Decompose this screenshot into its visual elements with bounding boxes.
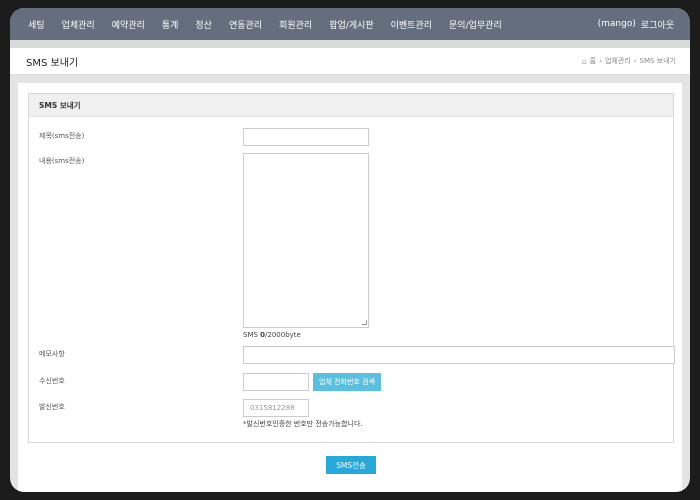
counter-suffix: /2000byte (265, 331, 301, 339)
breadcrumb-company[interactable]: 업체관리 (605, 56, 631, 66)
nav-item-settlement[interactable]: 정산 (195, 18, 212, 31)
logout-link[interactable]: 로그아웃 (641, 18, 674, 31)
page-header: SMS 보내기 ⌂ 홈 › 업체관리 › SMS 보내기 (10, 48, 690, 75)
content-textarea[interactable] (243, 153, 369, 328)
sender-label: 발신번호 (39, 403, 65, 411)
top-navigation: 세팅 업체관리 예약관리 통계 정산 연동관리 회원관리 팝업/게시판 이벤트관… (10, 8, 690, 40)
subject-label: 제목(sms전송) (39, 132, 85, 140)
nav-item-settings[interactable]: 세팅 (28, 18, 45, 31)
sender-input[interactable]: 0315812288 (243, 399, 309, 417)
memo-input[interactable] (243, 346, 675, 364)
sms-form-panel: SMS 보내기 제목(sms전송) 내용(sms전송) SMS 0/2000by… (28, 93, 675, 443)
chevron-right-icon: › (599, 57, 602, 65)
panel-title: SMS 보내기 (29, 94, 673, 117)
counter-prefix: SMS (243, 331, 261, 339)
receiver-input[interactable] (243, 373, 309, 391)
breadcrumb-current: SMS 보내기 (639, 57, 676, 65)
nav-item-integration[interactable]: 연동관리 (229, 18, 262, 31)
nav-item-members[interactable]: 회원관리 (279, 18, 312, 31)
send-sms-button[interactable]: SMS전송 (326, 456, 376, 474)
sender-note: *발신번호인증한 번호만 전송가능합니다. (243, 420, 363, 428)
nav-item-inquiries[interactable]: 문의/업무관리 (449, 18, 502, 31)
nav-item-popup-board[interactable]: 팝업/게시판 (329, 18, 373, 31)
nav-item-reservations[interactable]: 예약관리 (112, 18, 145, 31)
subject-input[interactable] (243, 128, 369, 146)
user-area: (mango) 로그아웃 (593, 18, 690, 31)
chevron-right-icon: › (633, 57, 637, 65)
breadcrumb: ⌂ 홈 › 업체관리 › SMS 보내기 (579, 56, 676, 66)
username: (mango) (597, 19, 636, 29)
home-icon[interactable]: ⌂ (582, 57, 587, 66)
byte-counter: SMS 0/2000byte (243, 331, 301, 339)
content-label: 내용(sms전송) (39, 157, 85, 165)
memo-label: 메모사항 (39, 350, 65, 358)
main-menu: 세팅 업체관리 예약관리 통계 정산 연동관리 회원관리 팝업/게시판 이벤트관… (28, 18, 519, 31)
search-company-phone-button[interactable]: 업체 전화번호 검색 (313, 373, 381, 391)
nav-item-events[interactable]: 이벤트관리 (391, 18, 432, 31)
page-title: SMS 보내기 (26, 57, 79, 69)
breadcrumb-home[interactable]: 홈 (590, 56, 596, 66)
resize-handle-icon[interactable] (362, 320, 367, 325)
nav-item-statistics[interactable]: 통계 (162, 18, 179, 31)
app-window: 세팅 업체관리 예약관리 통계 정산 연동관리 회원관리 팝업/게시판 이벤트관… (10, 8, 690, 492)
main-content: SMS 보내기 제목(sms전송) 내용(sms전송) SMS 0/2000by… (18, 83, 682, 492)
nav-item-company[interactable]: 업체관리 (62, 18, 95, 31)
nav-spacer (10, 40, 690, 48)
receiver-label: 수신번호 (39, 377, 65, 385)
